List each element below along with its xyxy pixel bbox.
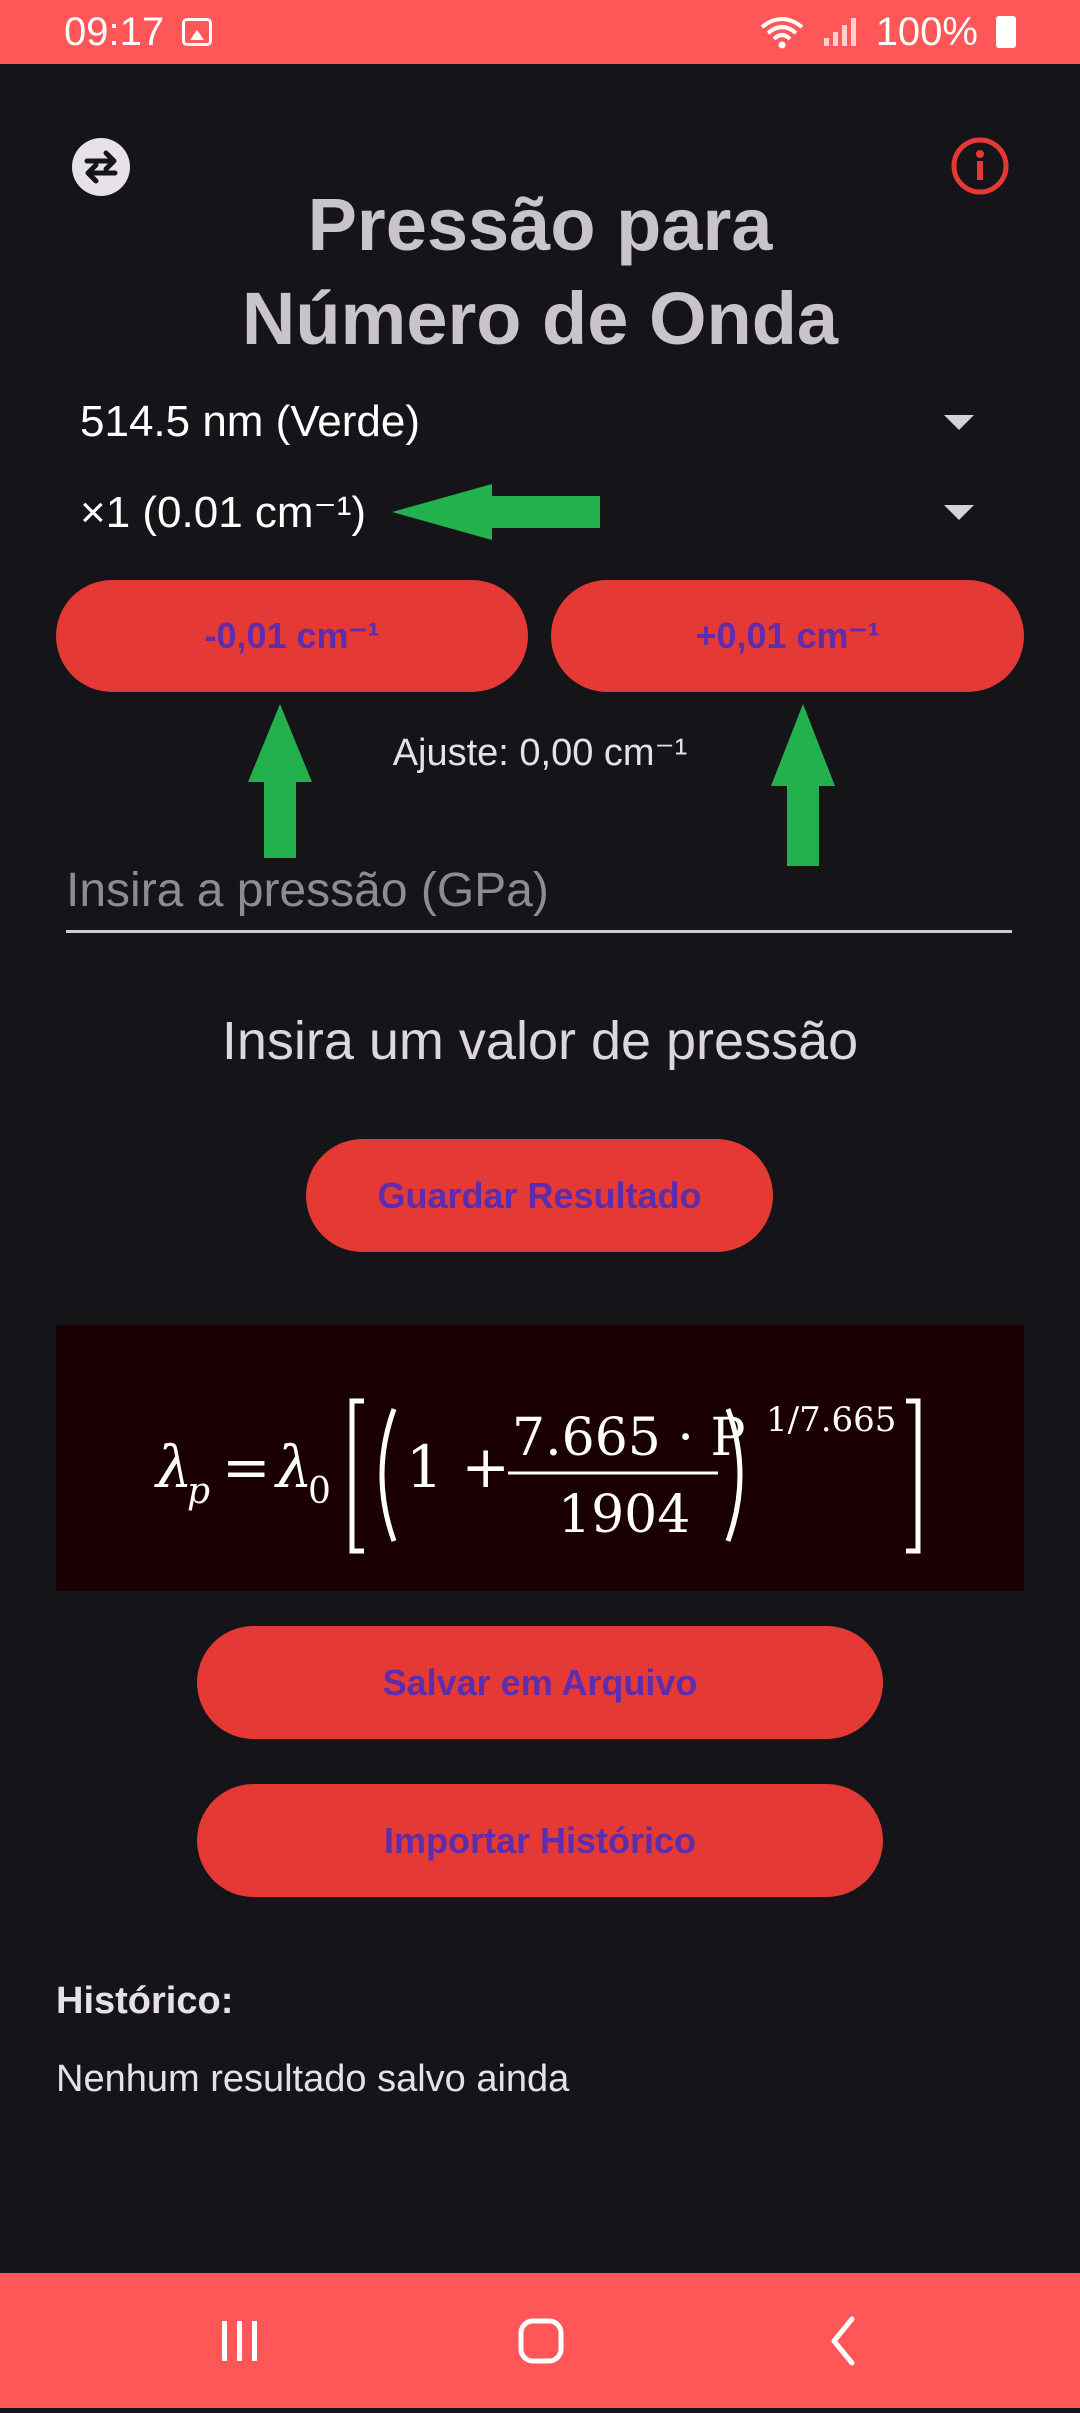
formula-one-plus: 1 + — [406, 1433, 510, 1501]
home-icon[interactable] — [518, 2318, 564, 2364]
formula-rhs-sub: 0 — [308, 1471, 331, 1512]
formula-svg: λ p = λ 0 1 + 7.665 · P 1904 1/7.665 — [154, 1398, 921, 1554]
formula-panel: λ p = λ 0 1 + 7.665 · P 1904 1/7.665 — [56, 1325, 1024, 1591]
history-empty-text: Nenhum resultado salvo ainda — [56, 2058, 570, 2100]
annotation-arrows — [248, 484, 835, 866]
result-prompt: Insira um valor de pressão — [221, 1011, 859, 1071]
formula-rhs: λ — [274, 1433, 313, 1501]
navigation-bar — [0, 2273, 1080, 2408]
arrow-up-annotation-right — [771, 704, 835, 866]
left-bracket — [349, 1398, 364, 1554]
formula-denominator: 1904 — [558, 1485, 690, 1545]
formula-exponent: 1/7.665 — [766, 1400, 896, 1440]
formula-lhs-sub: p — [187, 1471, 210, 1512]
left-paren — [379, 1408, 397, 1542]
right-bracket — [906, 1398, 921, 1554]
save-result-button[interactable]: Guardar Resultado — [306, 1139, 773, 1252]
arrow-left-annotation — [392, 484, 600, 540]
save-to-file-button[interactable]: Salvar em Arquivo — [197, 1626, 883, 1739]
back-icon[interactable] — [831, 2316, 855, 2366]
history-heading: Histórico: — [56, 1980, 234, 2022]
recent-apps-icon[interactable] — [222, 2321, 257, 2361]
formula-numerator: 7.665 · P — [512, 1408, 745, 1468]
formula-equals: = — [222, 1433, 271, 1501]
import-history-button[interactable]: Importar Histórico — [197, 1784, 883, 1897]
arrow-up-annotation-left — [248, 704, 312, 858]
